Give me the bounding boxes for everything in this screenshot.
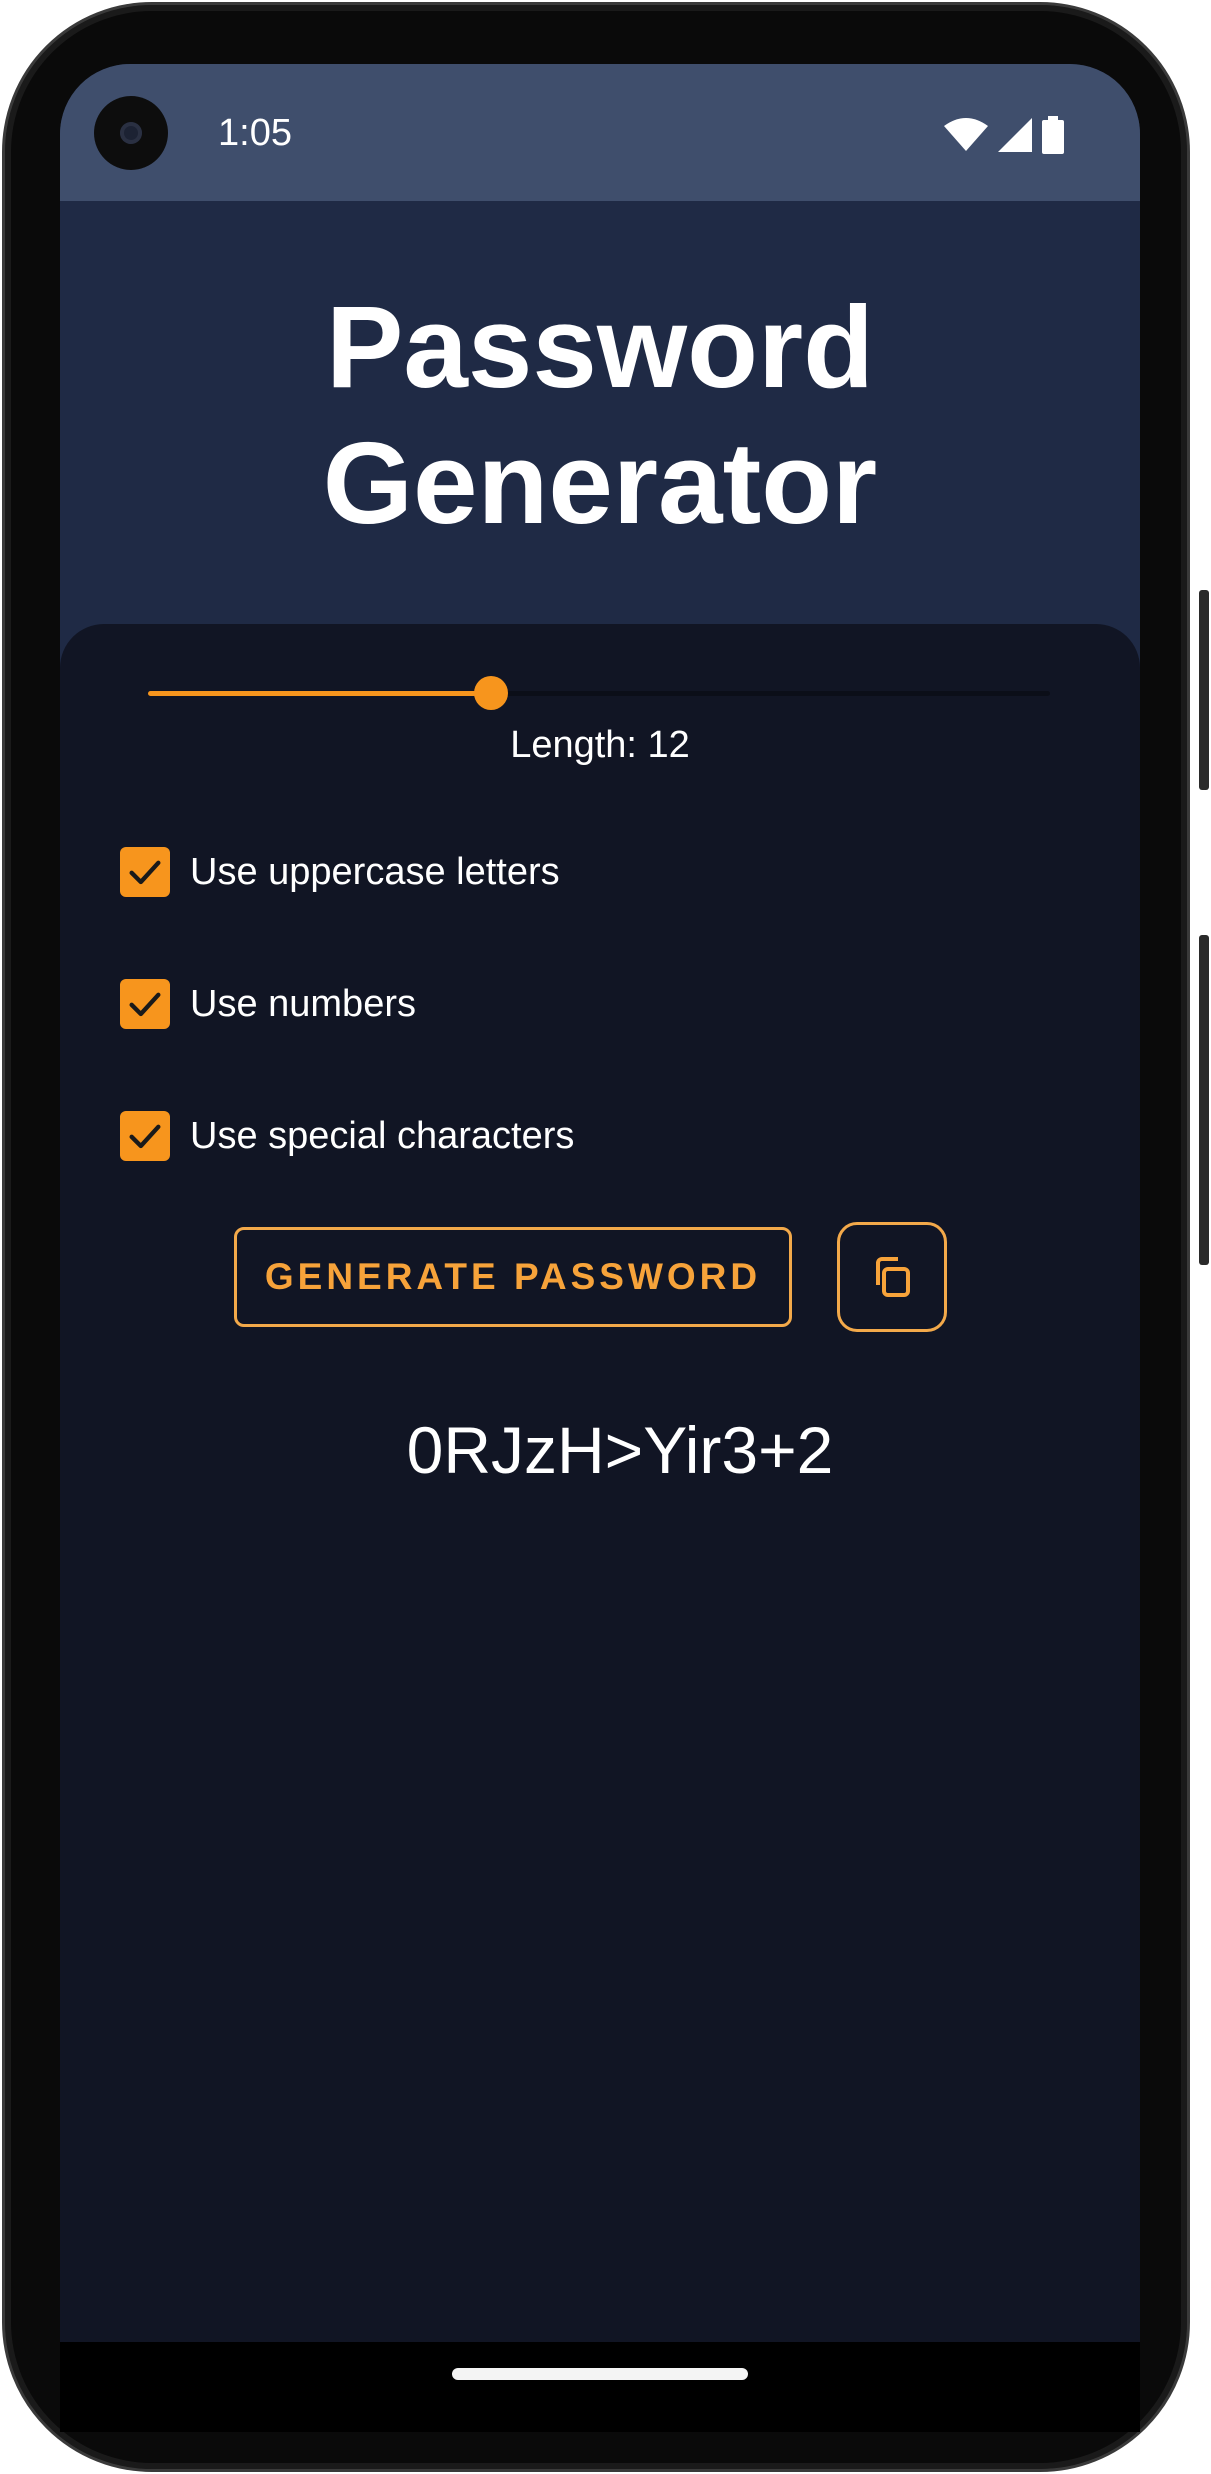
status-time: 1:05 <box>218 112 292 154</box>
check-icon <box>129 860 161 885</box>
battery-icon <box>1042 116 1064 154</box>
power-button <box>1199 590 1209 790</box>
copy-icon <box>876 1257 910 1297</box>
option-numbers[interactable]: Use numbers <box>120 974 416 1034</box>
wifi-icon <box>944 118 988 151</box>
option-uppercase[interactable]: Use uppercase letters <box>120 842 560 902</box>
numbers-checkbox[interactable] <box>120 979 170 1029</box>
special-checkbox[interactable] <box>120 1111 170 1161</box>
page-title: Password Generator <box>60 279 1140 551</box>
length-slider-fill <box>148 691 491 696</box>
check-icon <box>129 1124 161 1149</box>
navigation-area <box>60 2342 1140 2432</box>
status-bar: 1:05 <box>60 64 1140 201</box>
front-camera <box>94 96 168 170</box>
volume-button <box>1199 935 1209 1265</box>
copy-button[interactable] <box>837 1222 947 1332</box>
option-special[interactable]: Use special characters <box>120 1106 574 1166</box>
title-line-1: Password <box>326 282 874 412</box>
app-screen: 1:05 Password Generator Length: 12 Use u… <box>60 64 1140 2342</box>
length-label: Length: 12 <box>510 724 690 766</box>
generated-password: 0RJzH>Yir3+2 <box>406 1413 834 1487</box>
option-label: Use uppercase letters <box>190 850 560 893</box>
uppercase-checkbox[interactable] <box>120 847 170 897</box>
length-slider-thumb[interactable] <box>473 676 508 710</box>
check-icon <box>129 992 161 1017</box>
generate-password-button[interactable]: GENERATE PASSWORD <box>234 1227 792 1327</box>
title-line-2: Generator <box>322 418 878 548</box>
option-label: Use numbers <box>190 982 416 1025</box>
cellular-signal-icon <box>998 118 1032 152</box>
option-label: Use special characters <box>190 1114 575 1157</box>
status-icons <box>944 116 1064 154</box>
home-gesture-bar[interactable] <box>452 2368 748 2380</box>
